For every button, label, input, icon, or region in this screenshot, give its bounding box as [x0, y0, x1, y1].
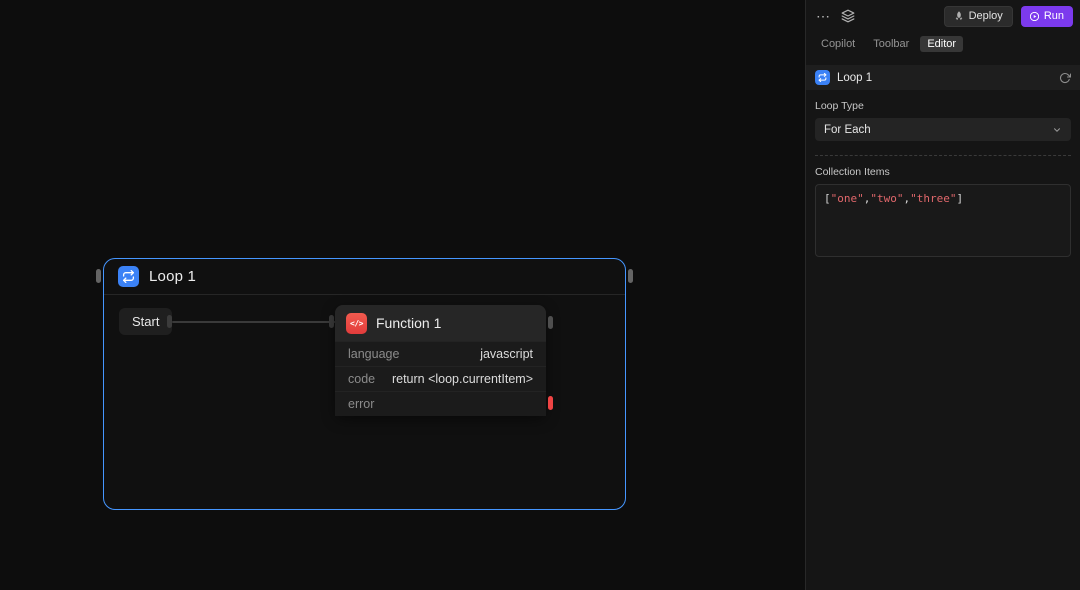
loop-node[interactable]: Loop 1 Start </> Function 1 language — [103, 258, 626, 510]
sidebar-tabs: Copilot Toolbar Editor — [806, 33, 1080, 55]
loop-node-mini-icon — [815, 70, 830, 85]
loop-node-title: Loop 1 — [149, 268, 196, 285]
refresh-icon[interactable] — [1059, 72, 1071, 84]
run-button[interactable]: Run — [1021, 6, 1073, 27]
deploy-button[interactable]: Deploy — [944, 6, 1013, 27]
row-value: return <loop.currentItem> — [392, 372, 533, 386]
play-icon — [1030, 12, 1039, 21]
loop-output-handle[interactable] — [628, 269, 633, 283]
function-input-handle[interactable] — [329, 315, 334, 328]
start-node[interactable]: Start — [119, 308, 172, 335]
workflow-app: Loop 1 Start </> Function 1 language — [0, 0, 1080, 590]
tab-copilot[interactable]: Copilot — [814, 36, 862, 52]
loop-input-handle[interactable] — [96, 269, 101, 283]
row-key: language — [348, 347, 399, 361]
function-error-handle[interactable] — [548, 396, 553, 410]
function-node[interactable]: </> Function 1 language javascript code … — [335, 305, 546, 416]
chevron-down-icon — [1052, 125, 1062, 135]
function-code-icon: </> — [346, 313, 367, 334]
selected-node-title: Loop 1 — [837, 72, 1052, 84]
code-token: "one" — [831, 192, 864, 205]
more-options-button[interactable]: ⋯ — [813, 7, 833, 25]
deploy-button-label: Deploy — [969, 10, 1003, 22]
code-token: "two" — [870, 192, 903, 205]
loop-type-select[interactable]: For Each — [815, 118, 1071, 141]
row-value: javascript — [480, 347, 533, 361]
start-node-label: Start — [132, 314, 159, 329]
tab-toolbar[interactable]: Toolbar — [866, 36, 916, 52]
layers-icon[interactable] — [841, 9, 855, 23]
row-key: error — [348, 397, 374, 411]
loop-repeat-icon — [118, 266, 139, 287]
loop-type-label: Loop Type — [815, 100, 1071, 112]
loop-type-value: For Each — [824, 124, 871, 136]
loop-node-header[interactable]: Loop 1 — [104, 259, 625, 295]
right-sidebar: ⋯ Deploy — [805, 0, 1080, 590]
selected-node-bar[interactable]: Loop 1 — [806, 65, 1080, 90]
function-row-error[interactable]: error — [335, 391, 546, 416]
function-row-language[interactable]: language javascript — [335, 341, 546, 366]
node-editor-form: Loop Type For Each Collection Items ["on… — [806, 100, 1080, 257]
sidebar-toolbar: ⋯ Deploy — [806, 0, 1080, 32]
rocket-icon — [954, 11, 964, 21]
function-node-header[interactable]: </> Function 1 — [335, 305, 546, 341]
code-token: ] — [956, 192, 963, 205]
tab-editor[interactable]: Editor — [920, 36, 963, 52]
code-token: [ — [824, 192, 831, 205]
row-key: code — [348, 372, 375, 386]
function-output-handle[interactable] — [548, 316, 553, 329]
dashed-divider — [815, 155, 1071, 156]
function-node-title: Function 1 — [376, 315, 441, 331]
function-row-code[interactable]: code return <loop.currentItem> — [335, 366, 546, 391]
run-button-label: Run — [1044, 10, 1064, 22]
start-to-function-edge — [172, 321, 335, 323]
code-token: "three" — [910, 192, 956, 205]
collection-items-input[interactable]: ["one","two","three"] — [815, 184, 1071, 257]
collection-items-label: Collection Items — [815, 166, 1071, 178]
